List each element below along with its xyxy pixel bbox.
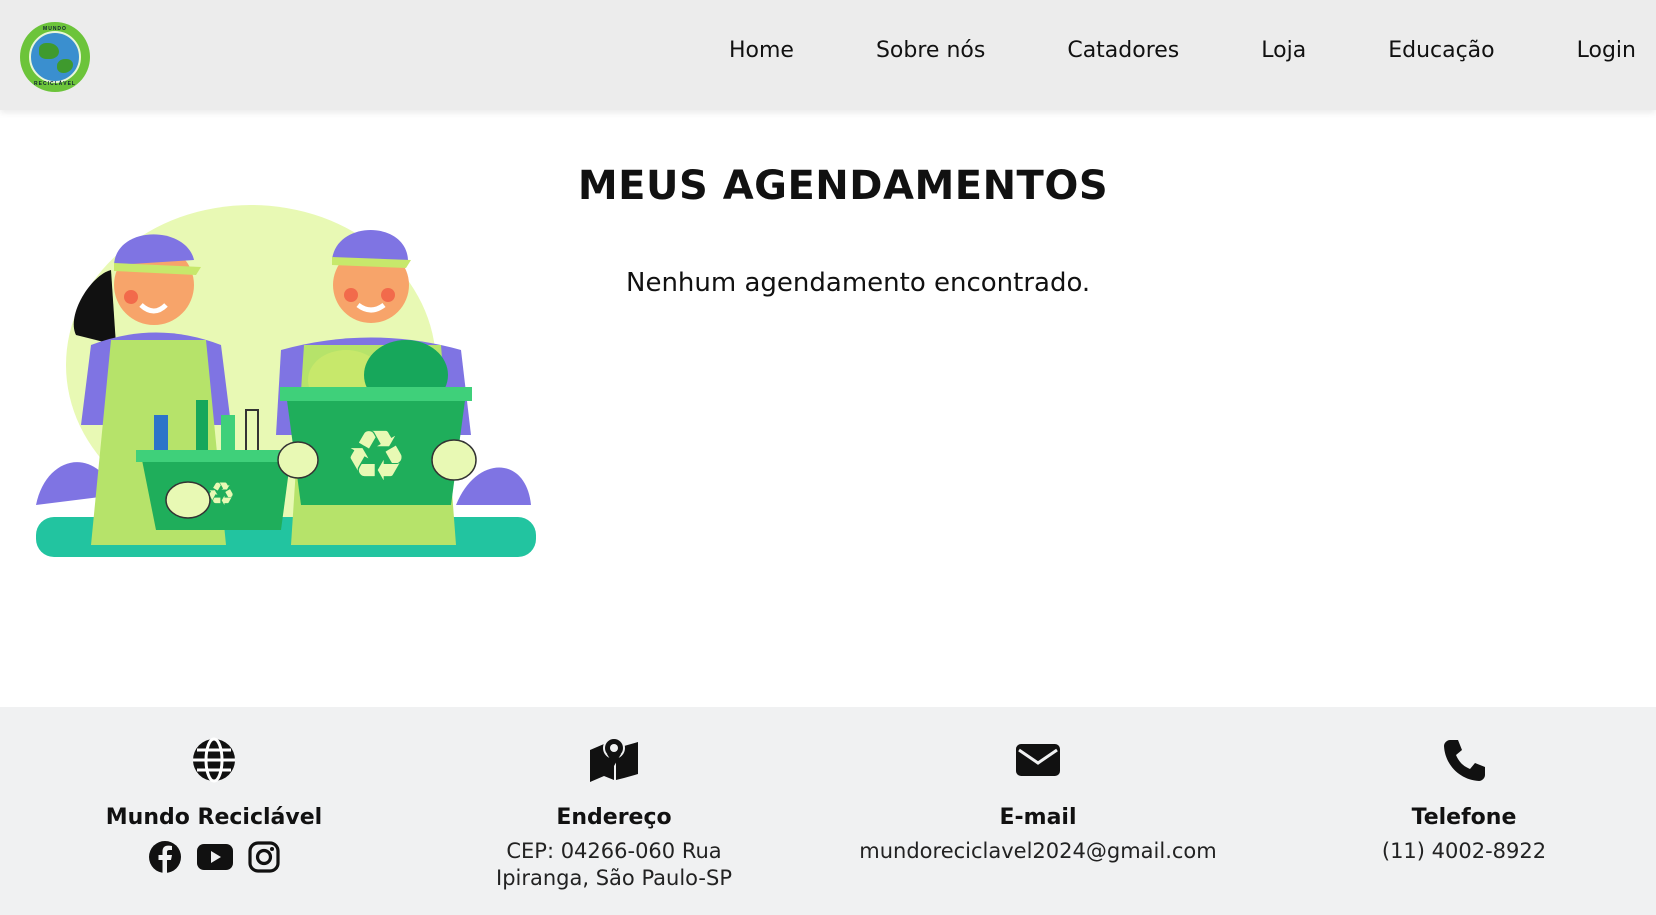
footer-address-title: Endereço <box>556 805 672 830</box>
address-line-1: CEP: 04266-060 Rua <box>506 839 722 863</box>
footer-email: E-mail mundoreciclavel2024@gmail.com <box>828 735 1248 865</box>
footer-brand: Mundo Reciclável <box>4 735 424 874</box>
svg-text:♻: ♻ <box>345 415 408 497</box>
globe-icon <box>193 737 235 783</box>
nav-educacao[interactable]: Educação <box>1388 38 1494 63</box>
social-links <box>4 840 424 874</box>
phone-icon <box>1444 740 1485 781</box>
site-logo[interactable]: MUNDO RECICLÁVEL <box>20 22 90 92</box>
footer-address: Endereço CEP: 04266-060 Rua Ipiranga, Sã… <box>404 735 824 892</box>
phone-number[interactable]: (11) 4002-8922 <box>1254 838 1656 865</box>
envelope-icon <box>1016 744 1060 776</box>
svg-text:♻: ♻ <box>207 475 236 513</box>
main-nav: Home Sobre nós Catadores Loja Educação L… <box>729 38 1636 63</box>
nav-login[interactable]: Login <box>1577 38 1636 63</box>
footer-phone-title: Telefone <box>1411 805 1517 830</box>
map-icon <box>590 738 638 782</box>
email-address[interactable]: mundoreciclavel2024@gmail.com <box>828 838 1248 865</box>
recycling-workers-illustration: ♻ ♻ <box>36 205 536 557</box>
facebook-icon[interactable] <box>148 840 182 874</box>
footer-email-title: E-mail <box>999 805 1077 830</box>
nav-home[interactable]: Home <box>729 38 794 63</box>
nav-catadores[interactable]: Catadores <box>1067 38 1179 63</box>
address-line-2: Ipiranga, São Paulo-SP <box>496 866 732 890</box>
page-title: MEUS AGENDAMENTOS <box>577 163 1109 209</box>
empty-state-message: Nenhum agendamento encontrado. <box>626 268 1091 298</box>
youtube-icon[interactable] <box>196 842 234 872</box>
footer-brand-title: Mundo Reciclável <box>105 805 323 830</box>
nav-sobre-nos[interactable]: Sobre nós <box>876 38 985 63</box>
site-footer: Mundo Reciclável Endereço CEP: 04266-060… <box>0 707 1656 915</box>
globe-logo-icon <box>29 31 81 83</box>
logo-bottom-text: RECICLÁVEL <box>34 81 76 87</box>
top-navbar: MUNDO RECICLÁVEL Home Sobre nós Catadore… <box>0 0 1656 110</box>
nav-loja[interactable]: Loja <box>1261 38 1306 63</box>
address-text: CEP: 04266-060 Rua Ipiranga, São Paulo-S… <box>404 838 824 892</box>
footer-phone: Telefone (11) 4002-8922 <box>1254 735 1656 865</box>
instagram-icon[interactable] <box>248 841 280 873</box>
